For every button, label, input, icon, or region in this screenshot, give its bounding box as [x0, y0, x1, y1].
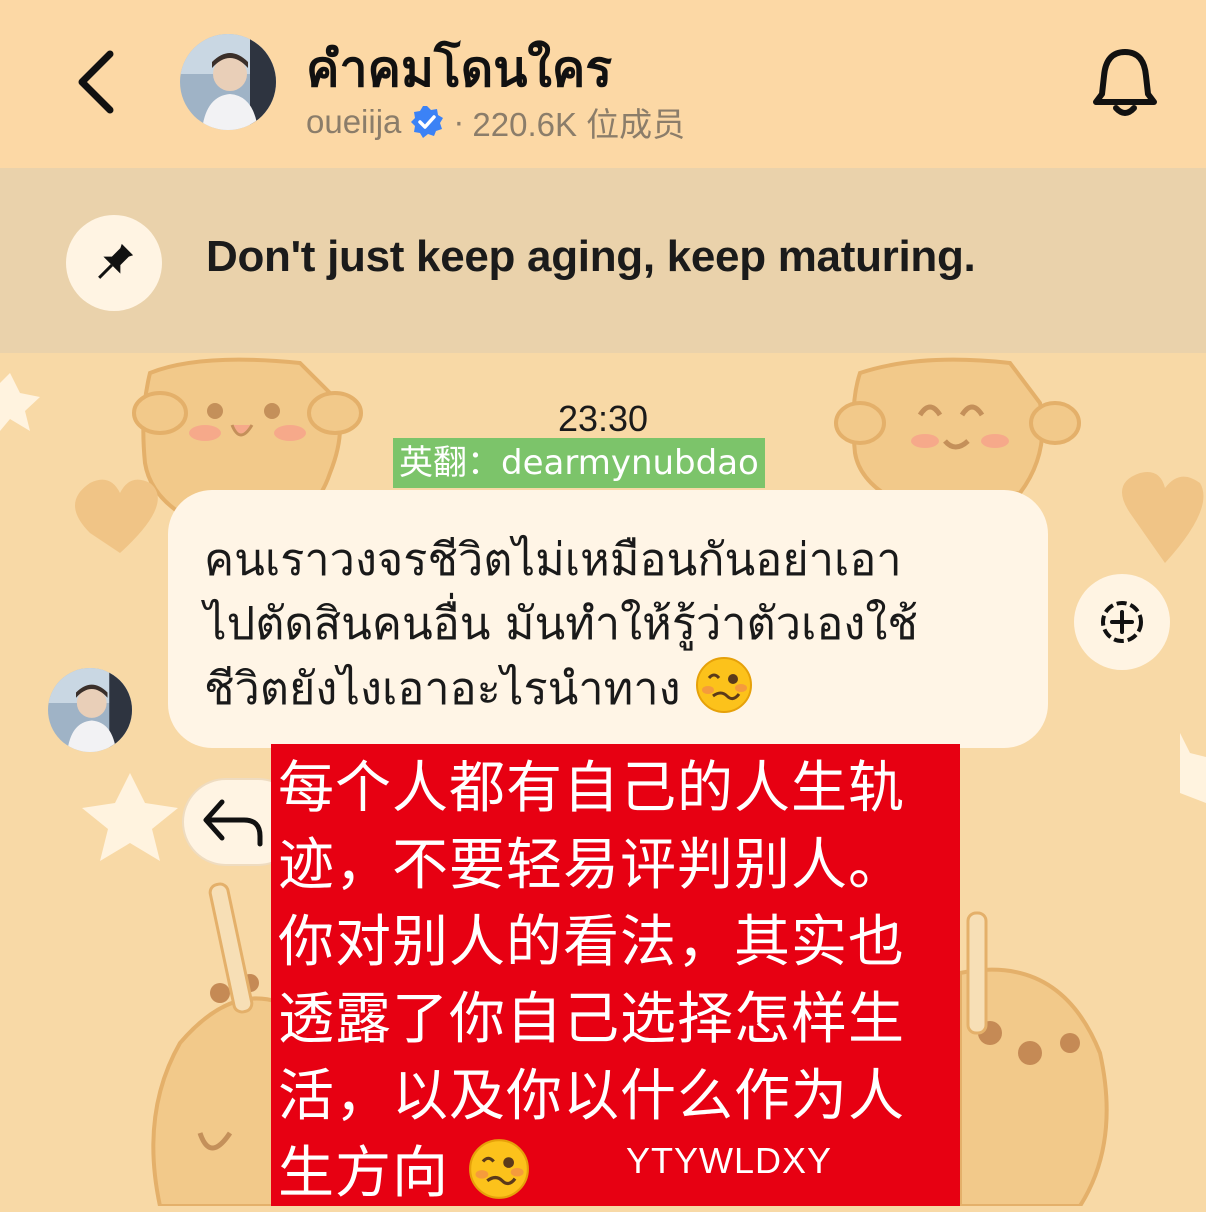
message-body: คนเราวงจรชีวิตไม่เหมือนกันอย่าเอา ไปตัดส…: [204, 533, 918, 715]
verified-badge-icon: [411, 106, 444, 138]
woozy-face-icon: [468, 1139, 529, 1199]
message-text: คนเราวงจรชีวิตไม่เหมือนกันอย่าเอา ไปตัดส…: [204, 528, 1034, 721]
back-button[interactable]: [70, 48, 126, 116]
woozy-face-icon: [695, 657, 752, 713]
sender-avatar[interactable]: [48, 668, 132, 752]
channel-username: oueiija: [306, 103, 402, 140]
avatar-image: [180, 34, 276, 130]
watermark-text: YTYWLDXY: [626, 1140, 833, 1181]
pin-button[interactable]: [66, 215, 162, 311]
add-reaction-button[interactable]: [1074, 574, 1170, 670]
translator-credit: 英翻：dearmynubdao: [393, 438, 765, 488]
translation-text: 每个人都有自己的人生轨 迹，不要轻易评判别人。 你对别人的看法，其实也 透露了你…: [278, 750, 958, 1212]
pinned-text: Don't just keep aging, keep maturing.: [206, 232, 976, 281]
notification-button[interactable]: [1090, 44, 1160, 120]
message-timestamp: 23:30: [557, 398, 649, 439]
pin-icon: [98, 243, 134, 279]
bell-icon: [1093, 49, 1157, 116]
channel-subtitle: oueiija · 220.6K 位成员: [306, 98, 685, 146]
translation-body: 每个人都有自己的人生轨 迹，不要轻易评判别人。 你对别人的看法，其实也 透露了你…: [278, 756, 905, 1206]
channel-avatar[interactable]: [180, 34, 276, 130]
chevron-left-icon: [78, 50, 114, 114]
subtitle-separator: ·: [453, 103, 465, 140]
chat-header: คำคมโดนใคร oueiija · 220.6K 位成员: [0, 0, 1206, 168]
member-count: 220.6K 位成员: [472, 106, 686, 143]
avatar-image: [48, 668, 132, 752]
add-reaction-icon: [1101, 601, 1143, 643]
